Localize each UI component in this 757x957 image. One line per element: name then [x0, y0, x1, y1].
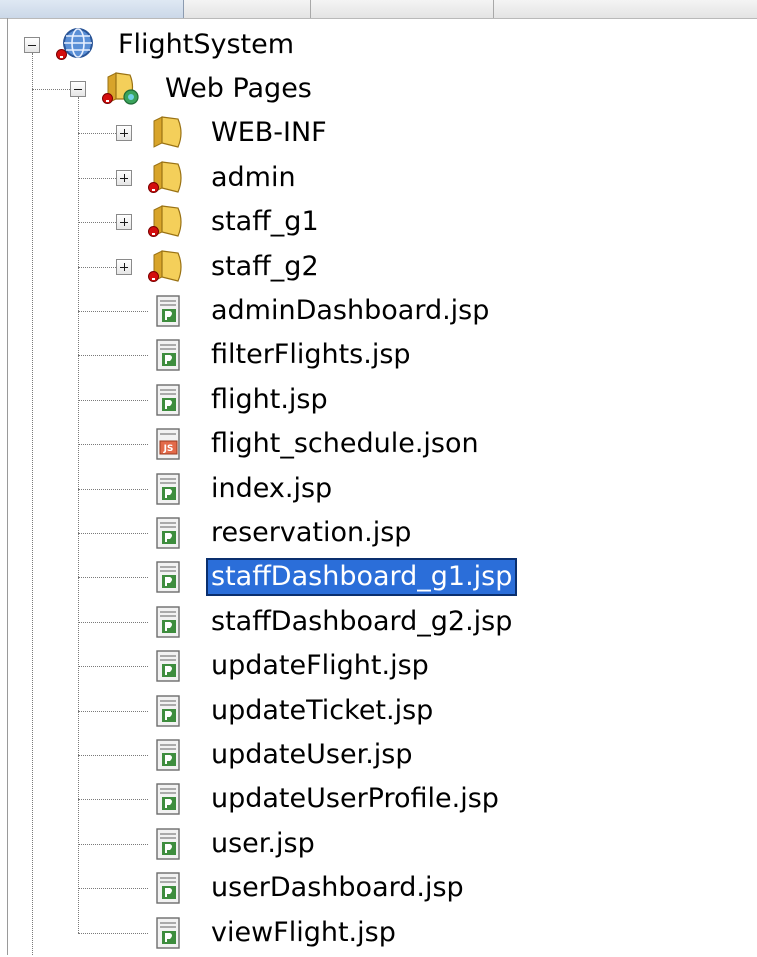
json-file-icon: JS — [148, 424, 188, 464]
selected-file-node-label[interactable]: staffDashboard_g1.jsp — [205, 558, 518, 596]
jsp-file-icon — [148, 513, 188, 553]
error-badge-icon — [148, 182, 159, 193]
tree-connector-line — [78, 666, 148, 667]
tree-connector-line — [78, 844, 148, 845]
tree-connector-line — [78, 799, 148, 800]
file-node-label[interactable]: adminDashboard.jsp — [208, 294, 492, 328]
file-node-label[interactable]: updateUserProfile.jsp — [208, 782, 502, 816]
error-badge-icon — [148, 226, 159, 237]
file-node-label[interactable]: index.jsp — [208, 472, 335, 506]
jsp-file-icon — [148, 335, 188, 375]
tree-connector-line — [78, 933, 148, 934]
file-node-label[interactable]: viewFlight.jsp — [208, 916, 399, 950]
folder-node-label[interactable]: staff_g1 — [208, 205, 322, 239]
tree-connector-line — [78, 888, 148, 889]
tree-connector-line — [78, 444, 148, 445]
web-pages-folder-icon — [102, 69, 142, 109]
tree-connector-line — [78, 533, 148, 534]
expand-folder-toggle[interactable] — [116, 259, 132, 275]
tree-connector-line — [78, 311, 148, 312]
web-pages-node-label[interactable]: Web Pages — [162, 72, 315, 106]
jsp-file-icon — [148, 646, 188, 686]
file-node-label[interactable]: staffDashboard_g2.jsp — [208, 605, 515, 639]
jsp-file-icon — [148, 557, 188, 597]
jsp-file-icon — [148, 602, 188, 642]
folder-error-icon — [148, 247, 188, 287]
expand-folder-toggle[interactable] — [116, 125, 132, 141]
tree-connector-line — [78, 489, 148, 490]
error-badge-icon — [148, 271, 159, 282]
folder-node-label[interactable]: WEB-INF — [208, 116, 330, 150]
jsp-file-icon — [148, 380, 188, 420]
expand-folder-toggle[interactable] — [116, 170, 132, 186]
file-node-label[interactable]: flight_schedule.json — [208, 427, 482, 461]
folder-error-icon — [148, 158, 188, 198]
globe-project-icon — [56, 25, 96, 65]
jsp-file-icon — [148, 735, 188, 775]
jsp-file-icon — [148, 691, 188, 731]
collapse-project-toggle[interactable] — [24, 37, 40, 53]
svg-text:JS: JS — [163, 444, 174, 454]
tree-connector-line — [78, 178, 116, 179]
error-badge-icon — [102, 93, 113, 104]
tree-connector-line — [78, 133, 116, 134]
jsp-file-icon — [148, 824, 188, 864]
tree-connector-line — [78, 355, 148, 356]
tree-connector-line — [32, 89, 70, 90]
tree-connector-line — [32, 89, 33, 955]
tree-connector-line — [78, 222, 116, 223]
expand-folder-toggle[interactable] — [116, 214, 132, 230]
tree-connector-line — [78, 400, 148, 401]
file-node-label[interactable]: updateUser.jsp — [208, 738, 416, 772]
folder-node-label[interactable]: staff_g2 — [208, 250, 322, 284]
folder-icon — [148, 113, 188, 153]
folder-error-icon — [148, 202, 188, 242]
tree-connector-line — [78, 755, 148, 756]
file-node-label[interactable]: updateTicket.jsp — [208, 694, 436, 728]
file-node-label[interactable]: userDashboard.jsp — [208, 871, 467, 905]
project-node-label[interactable]: FlightSystem — [115, 28, 297, 62]
jsp-file-icon — [148, 291, 188, 331]
jsp-file-icon — [148, 779, 188, 819]
project-tree: FlightSystem Web Pages WEB-INF admin staff_g… — [0, 0, 757, 955]
tree-connector-line — [78, 267, 116, 268]
jsp-file-icon — [148, 469, 188, 509]
tree-connector-line — [78, 622, 148, 623]
jsp-file-icon — [148, 868, 188, 908]
file-node-label[interactable]: filterFlights.jsp — [208, 338, 414, 372]
jsp-file-icon — [148, 913, 188, 953]
tree-connector-line — [32, 53, 33, 89]
tree-connector-line — [78, 711, 148, 712]
tree-connector-line — [78, 577, 148, 578]
file-node-label[interactable]: updateFlight.jsp — [208, 649, 432, 683]
collapse-web-pages-toggle[interactable] — [70, 81, 86, 97]
file-node-label[interactable]: reservation.jsp — [208, 516, 414, 550]
file-node-label[interactable]: user.jsp — [208, 827, 318, 861]
error-badge-icon — [56, 49, 67, 60]
file-node-label[interactable]: flight.jsp — [208, 383, 331, 417]
folder-node-label[interactable]: admin — [208, 161, 299, 195]
